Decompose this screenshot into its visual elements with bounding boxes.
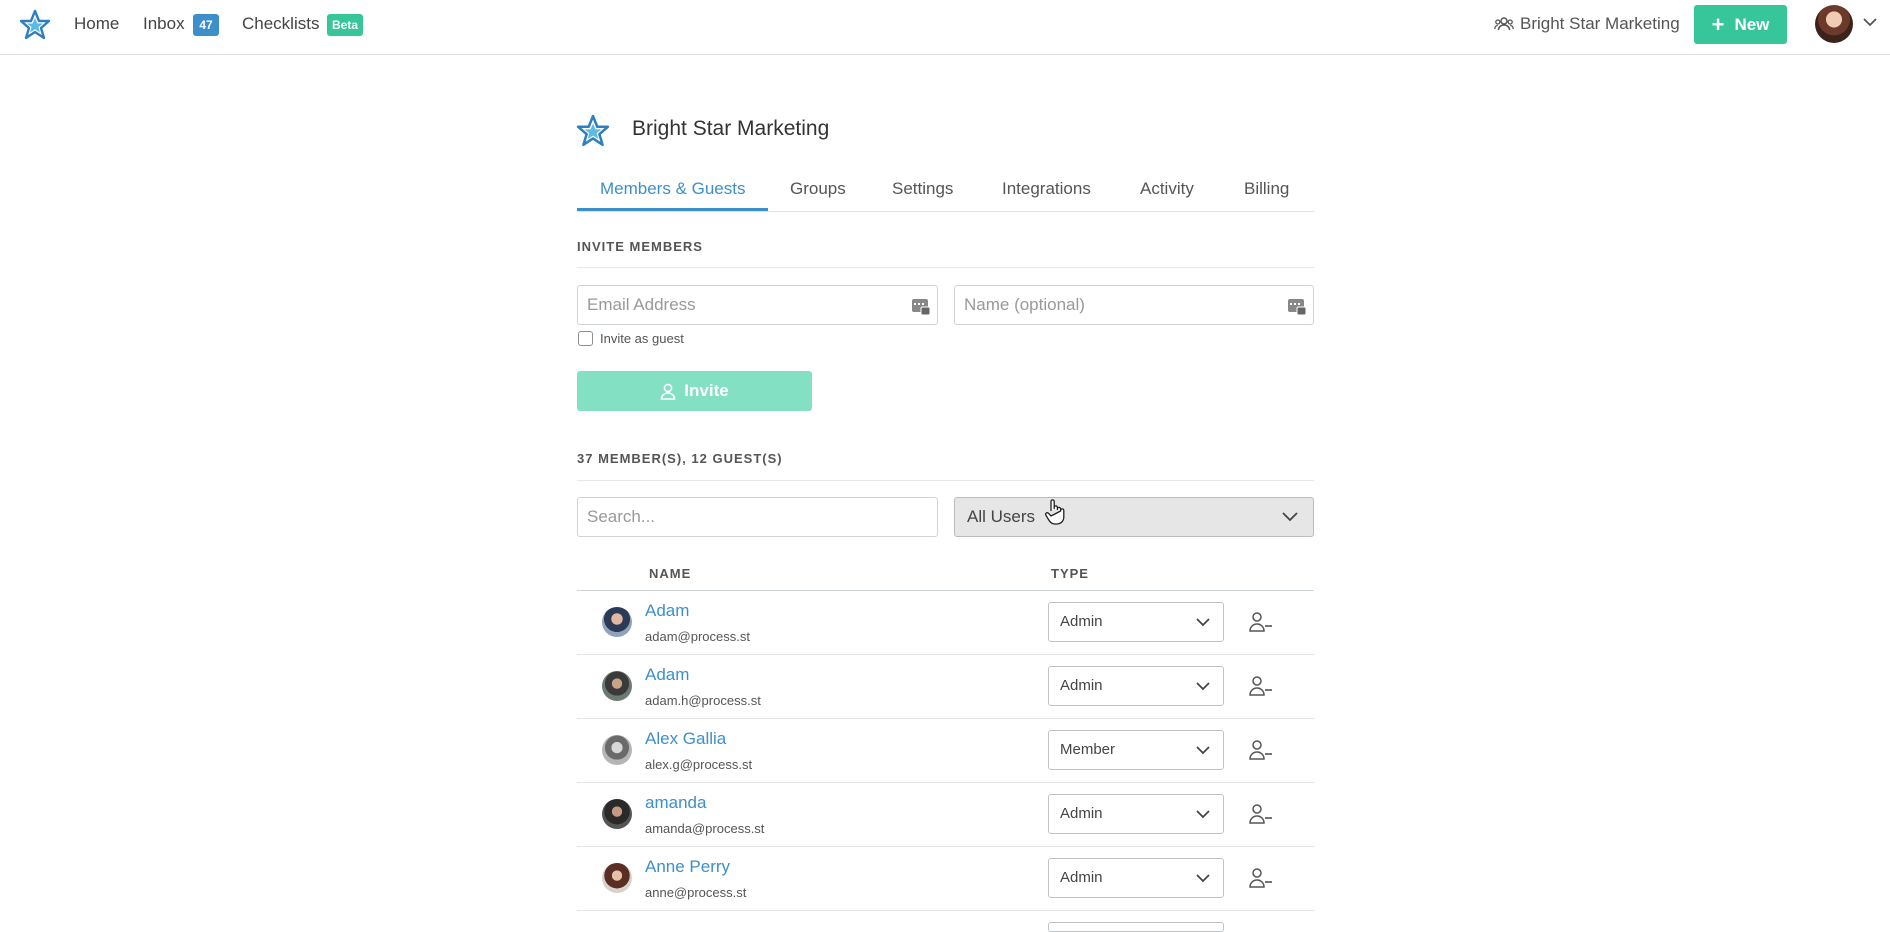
settings-tabs: Members & Guests Groups Settings Integra… xyxy=(577,175,1314,212)
user-avatar[interactable] xyxy=(1815,5,1853,43)
member-name-link[interactable]: amanda xyxy=(645,793,706,813)
member-type-select[interactable]: Admin xyxy=(1048,858,1224,898)
member-type-value: Admin xyxy=(1060,677,1103,694)
new-button-label: New xyxy=(1734,14,1770,34)
section-divider xyxy=(577,267,1314,268)
autofill-card-icon xyxy=(912,299,931,316)
members-summary: 37 MEMBER(S), 12 GUEST(S) xyxy=(577,451,783,466)
nav-home-link[interactable]: Home xyxy=(74,14,119,34)
chevron-down-icon xyxy=(1282,512,1298,522)
chevron-down-icon xyxy=(1196,618,1210,627)
remove-user-icon[interactable] xyxy=(1249,803,1273,825)
org-switcher-link[interactable]: Bright Star Marketing xyxy=(1494,14,1680,34)
chevron-down-icon xyxy=(1196,746,1210,755)
remove-user-icon[interactable] xyxy=(1249,867,1273,889)
chevron-down-icon xyxy=(1196,810,1210,819)
nav-inbox-link[interactable]: Inbox xyxy=(143,14,185,34)
col-header-name: NAME xyxy=(649,566,692,581)
org-title: Bright Star Marketing xyxy=(632,117,830,140)
search-input[interactable]: Search... xyxy=(577,497,938,537)
chevron-down-icon xyxy=(1196,682,1210,691)
col-header-type: TYPE xyxy=(1051,566,1089,581)
users-group-icon xyxy=(1494,17,1514,31)
member-email: adam.h@process.st xyxy=(645,693,761,708)
member-type-value: Member xyxy=(1060,741,1116,758)
member-type-value: Admin xyxy=(1060,613,1103,630)
chevron-down-icon[interactable] xyxy=(1862,17,1878,27)
table-row: amanda amanda@process.st Admin xyxy=(577,783,1314,847)
star-logo-icon[interactable] xyxy=(19,9,51,41)
name-field-placeholder: Name (optional) xyxy=(964,295,1085,314)
name-field[interactable]: Name (optional) xyxy=(954,285,1314,325)
invite-as-guest-checkbox[interactable] xyxy=(578,331,593,346)
tab-integrations[interactable]: Integrations xyxy=(1002,179,1091,199)
member-type-value: Admin xyxy=(1060,805,1103,822)
email-field-placeholder: Email Address xyxy=(587,295,696,314)
email-field[interactable]: Email Address xyxy=(577,285,938,325)
member-email: anne@process.st xyxy=(645,885,747,900)
avatar xyxy=(602,799,632,829)
tab-billing[interactable]: Billing xyxy=(1244,179,1289,199)
member-type-value: Admin xyxy=(1060,869,1103,886)
tab-members-guests[interactable]: Members & Guests xyxy=(600,179,746,199)
member-email: alex.g@process.st xyxy=(645,757,753,772)
partial-row-type-select[interactable] xyxy=(1048,922,1224,932)
plus-icon: + xyxy=(1711,11,1725,37)
autofill-card-icon xyxy=(1288,299,1307,316)
user-filter-select[interactable]: All Users xyxy=(954,497,1314,537)
nav-checklists-link[interactable]: Checklists xyxy=(242,14,319,34)
member-name-link[interactable]: Anne Perry xyxy=(645,857,730,877)
remove-user-icon[interactable] xyxy=(1249,739,1273,761)
avatar xyxy=(602,863,632,893)
table-row: Adam adam.h@process.st Admin xyxy=(577,655,1314,719)
member-name-link[interactable]: Adam xyxy=(645,601,689,621)
avatar xyxy=(602,671,632,701)
top-navbar: Home Inbox 47 Checklists Beta Bright Sta… xyxy=(0,0,1890,55)
member-type-select[interactable]: Admin xyxy=(1048,794,1224,834)
table-row: Alex Gallia alex.g@process.st Member xyxy=(577,719,1314,783)
member-name-link[interactable]: Alex Gallia xyxy=(645,729,726,749)
member-type-select[interactable]: Admin xyxy=(1048,666,1224,706)
member-type-select[interactable]: Member xyxy=(1048,730,1224,770)
org-logo-icon xyxy=(576,114,610,147)
tab-settings[interactable]: Settings xyxy=(892,179,953,199)
invite-members-heading: INVITE MEMBERS xyxy=(577,239,703,254)
active-tab-indicator xyxy=(577,208,768,211)
avatar xyxy=(602,607,632,637)
invite-button-label: Invite xyxy=(684,381,729,400)
invite-as-guest-label[interactable]: Invite as guest xyxy=(600,331,684,346)
org-switcher-label: Bright Star Marketing xyxy=(1520,14,1680,33)
user-filter-value: All Users xyxy=(967,507,1036,526)
tab-activity[interactable]: Activity xyxy=(1140,179,1194,199)
member-email: adam@process.st xyxy=(645,629,750,644)
avatar xyxy=(602,735,632,765)
remove-user-icon[interactable] xyxy=(1249,675,1273,697)
member-email: amanda@process.st xyxy=(645,821,765,836)
member-type-select[interactable]: Admin xyxy=(1048,602,1224,642)
invite-button[interactable]: Invite xyxy=(577,371,812,411)
tab-groups[interactable]: Groups xyxy=(790,179,846,199)
table-row: Anne Perry anne@process.st Admin xyxy=(577,847,1314,911)
beta-badge: Beta xyxy=(327,14,363,36)
search-placeholder: Search... xyxy=(587,507,656,526)
section-divider xyxy=(577,480,1314,481)
table-row: Adam adam@process.st Admin xyxy=(577,591,1314,655)
chevron-down-icon xyxy=(1196,874,1210,883)
user-icon xyxy=(660,383,676,400)
inbox-count-badge: 47 xyxy=(193,14,219,36)
remove-user-icon[interactable] xyxy=(1249,611,1273,633)
new-button[interactable]: + New xyxy=(1694,5,1787,44)
member-name-link[interactable]: Adam xyxy=(645,665,689,685)
